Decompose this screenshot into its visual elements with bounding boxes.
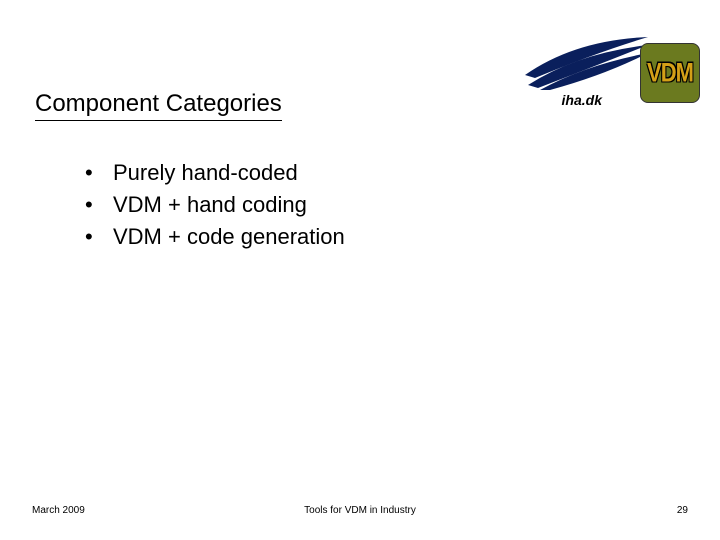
list-item: VDM + hand coding [85, 192, 345, 218]
bullet-list: Purely hand-coded VDM + hand coding VDM … [85, 160, 345, 250]
slide: iha.dk VDM Component Categories Purely h… [0, 0, 720, 540]
iha-swoosh-icon [520, 35, 650, 90]
content-area: Purely hand-coded VDM + hand coding VDM … [85, 160, 345, 256]
title-block: Component Categories [35, 90, 282, 121]
vdm-logo-text: VDM [647, 57, 693, 88]
vdm-logo: VDM [640, 43, 700, 103]
list-item: Purely hand-coded [85, 160, 345, 186]
logo-area: iha.dk VDM [520, 35, 700, 120]
footer-center: Tools for VDM in Industry [0, 505, 720, 516]
iha-logo-text: iha.dk [520, 92, 650, 108]
slide-title: Component Categories [35, 90, 282, 121]
iha-logo: iha.dk [520, 35, 650, 108]
footer-page-number: 29 [677, 505, 688, 516]
list-item: VDM + code generation [85, 224, 345, 250]
